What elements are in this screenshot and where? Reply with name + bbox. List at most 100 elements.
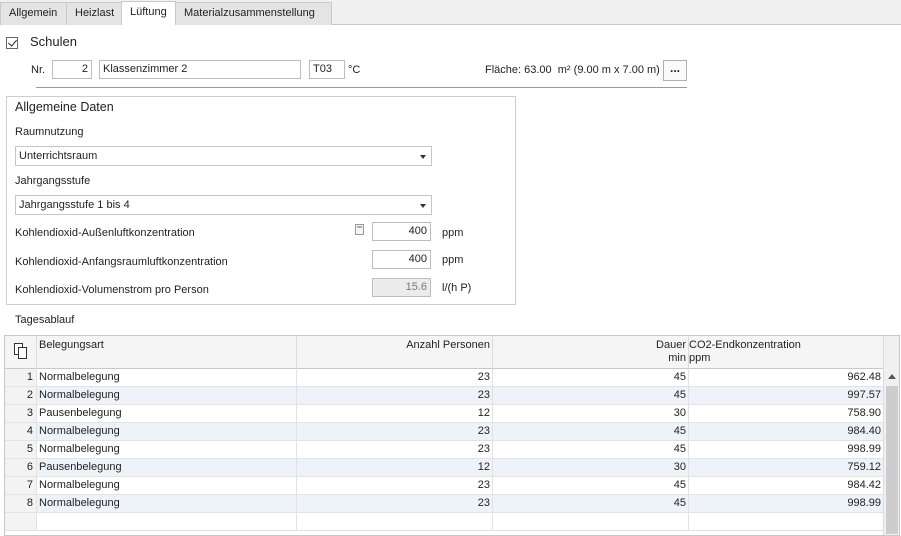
row-number-cell: 5 xyxy=(5,441,37,458)
co2-flow-unit: l/(h P) xyxy=(442,282,472,294)
header-dauer[interactable]: Dauer min xyxy=(493,336,689,369)
header-dauer-label: Dauer xyxy=(656,339,686,351)
temperature-unit: °C xyxy=(348,64,361,76)
duration-cell[interactable]: 45 xyxy=(493,387,689,404)
outdoor-co2-label: Kohlendioxid-Außenluftkonzentration xyxy=(15,227,195,239)
table-row[interactable]: 7 Normalbelegung 23 45 984.42 xyxy=(5,477,883,495)
type-cell[interactable]: Normalbelegung xyxy=(37,477,297,494)
temperature-code-input[interactable]: T03 xyxy=(309,60,345,79)
room-name-input[interactable]: Klassenzimmer 2 xyxy=(99,60,301,79)
tab-lueftung[interactable]: Lüftung xyxy=(121,1,176,25)
duration-cell[interactable]: 45 xyxy=(493,369,689,386)
row-number-cell: 3 xyxy=(5,405,37,422)
general-data-title: Allgemeine Daten xyxy=(15,100,114,114)
table-row[interactable]: 1 Normalbelegung 23 45 962.48 xyxy=(5,369,883,387)
persons-cell[interactable]: 12 xyxy=(297,459,493,476)
type-cell[interactable]: Normalbelegung xyxy=(37,441,297,458)
persons-cell[interactable]: 12 xyxy=(297,405,493,422)
row-number-cell: 2 xyxy=(5,387,37,404)
schulen-checkbox[interactable] xyxy=(6,37,18,49)
raumnutzung-value: Unterrichtsraum xyxy=(19,150,98,162)
persons-cell[interactable]: 23 xyxy=(297,387,493,404)
row-number-cell: 1 xyxy=(5,369,37,386)
header-co2-label: CO2-Endkonzentration xyxy=(689,339,801,351)
co2-flow-label: Kohlendioxid-Volumenstrom pro Person xyxy=(15,284,209,296)
jahrgang-value: Jahrgangsstufe 1 bis 4 xyxy=(19,199,130,211)
header-anzahl-personen[interactable]: Anzahl Personen xyxy=(297,336,493,369)
type-cell[interactable]: Normalbelegung xyxy=(37,495,297,512)
room-number-input[interactable]: 2 xyxy=(52,60,92,79)
initial-co2-input[interactable]: 400 xyxy=(372,250,431,269)
co2-cell: 984.40 xyxy=(847,425,881,437)
persons-cell[interactable]: 23 xyxy=(297,477,493,494)
calculator-icon[interactable] xyxy=(355,224,364,235)
table-row[interactable]: 3 Pausenbelegung 12 30 758.90 xyxy=(5,405,883,423)
co2-cell: 962.48 xyxy=(847,371,881,383)
separator xyxy=(36,87,687,88)
raumnutzung-label: Raumnutzung xyxy=(15,126,84,138)
co2-cell: 998.99 xyxy=(847,443,881,455)
header-co2[interactable]: CO2-Endkonzentration ppm xyxy=(689,336,883,369)
co2-cell: 998.99 xyxy=(847,497,881,509)
table-row[interactable]: 5 Normalbelegung 23 45 998.99 xyxy=(5,441,883,459)
header-dauer-unit: min xyxy=(668,352,686,364)
outdoor-co2-unit: ppm xyxy=(442,227,464,239)
type-cell[interactable] xyxy=(37,513,297,530)
vertical-scrollbar[interactable] xyxy=(883,336,899,535)
duration-cell[interactable]: 45 xyxy=(493,477,689,494)
table-row[interactable]: 2 Normalbelegung 23 45 997.57 xyxy=(5,387,883,405)
header-belegungsart[interactable]: Belegungsart xyxy=(37,336,297,369)
scroll-thumb[interactable] xyxy=(886,386,898,534)
table-row[interactable]: 6 Pausenbelegung 12 30 759.12 xyxy=(5,459,883,477)
persons-cell[interactable] xyxy=(297,513,493,530)
type-cell[interactable]: Normalbelegung xyxy=(37,387,297,404)
area-info: Fläche: 63.00 m² (9.00 m x 7.00 m) xyxy=(485,64,660,76)
duration-cell[interactable]: 45 xyxy=(493,423,689,440)
copy-icon[interactable] xyxy=(14,343,28,359)
co2-cell: 997.57 xyxy=(847,389,881,401)
persons-cell[interactable]: 23 xyxy=(297,423,493,440)
duration-cell[interactable]: 30 xyxy=(493,405,689,422)
table-row[interactable]: 8 Normalbelegung 23 45 998.99 xyxy=(5,495,883,513)
type-cell[interactable]: Normalbelegung xyxy=(37,423,297,440)
tab-heizlast[interactable]: Heizlast xyxy=(66,2,122,25)
duration-cell[interactable]: 30 xyxy=(493,459,689,476)
scroll-up-icon[interactable] xyxy=(888,374,896,379)
row-number-cell: 7 xyxy=(5,477,37,494)
co2-cell: 759.12 xyxy=(847,461,881,473)
tab-allgemein[interactable]: Allgemein xyxy=(0,2,67,25)
initial-co2-unit: ppm xyxy=(442,254,464,266)
copy-header-cell[interactable] xyxy=(5,336,37,369)
table-row[interactable]: 4 Normalbelegung 23 45 984.40 xyxy=(5,423,883,441)
persons-cell[interactable]: 23 xyxy=(297,369,493,386)
table-new-row[interactable] xyxy=(5,513,883,531)
schedule-title: Tagesablauf xyxy=(15,314,75,326)
duration-cell[interactable] xyxy=(493,513,689,530)
schedule-table: Belegungsart Anzahl Personen Dauer min C… xyxy=(4,335,900,536)
row-number-cell: 8 xyxy=(5,495,37,512)
chevron-down-icon xyxy=(420,204,426,208)
outdoor-co2-input[interactable]: 400 xyxy=(372,222,431,241)
table-header: Belegungsart Anzahl Personen Dauer min C… xyxy=(5,336,883,369)
duration-cell[interactable]: 45 xyxy=(493,495,689,512)
row-number-cell: 6 xyxy=(5,459,37,476)
type-cell[interactable]: Pausenbelegung xyxy=(37,405,297,422)
type-cell[interactable]: Pausenbelegung xyxy=(37,459,297,476)
jahrgang-select[interactable]: Jahrgangsstufe 1 bis 4 xyxy=(15,195,432,215)
header-co2-unit: ppm xyxy=(689,352,711,364)
persons-cell[interactable]: 23 xyxy=(297,441,493,458)
tab-bar: Allgemein Heizlast Lüftung Materialzusam… xyxy=(0,0,901,25)
tab-materialzusammenstellung[interactable]: Materialzusammenstellung xyxy=(175,2,332,25)
more-button[interactable]: ... xyxy=(663,60,687,81)
chevron-down-icon xyxy=(420,155,426,159)
persons-cell[interactable]: 23 xyxy=(297,495,493,512)
co2-flow-value: 15.6 xyxy=(372,278,431,297)
jahrgang-label: Jahrgangsstufe xyxy=(15,175,91,187)
nr-label: Nr. xyxy=(31,64,46,76)
raumnutzung-select[interactable]: Unterrichtsraum xyxy=(15,146,432,166)
type-cell[interactable]: Normalbelegung xyxy=(37,369,297,386)
duration-cell[interactable]: 45 xyxy=(493,441,689,458)
schulen-label: Schulen xyxy=(30,34,77,49)
co2-cell: 984.42 xyxy=(847,479,881,491)
co2-cell: 758.90 xyxy=(847,407,881,419)
